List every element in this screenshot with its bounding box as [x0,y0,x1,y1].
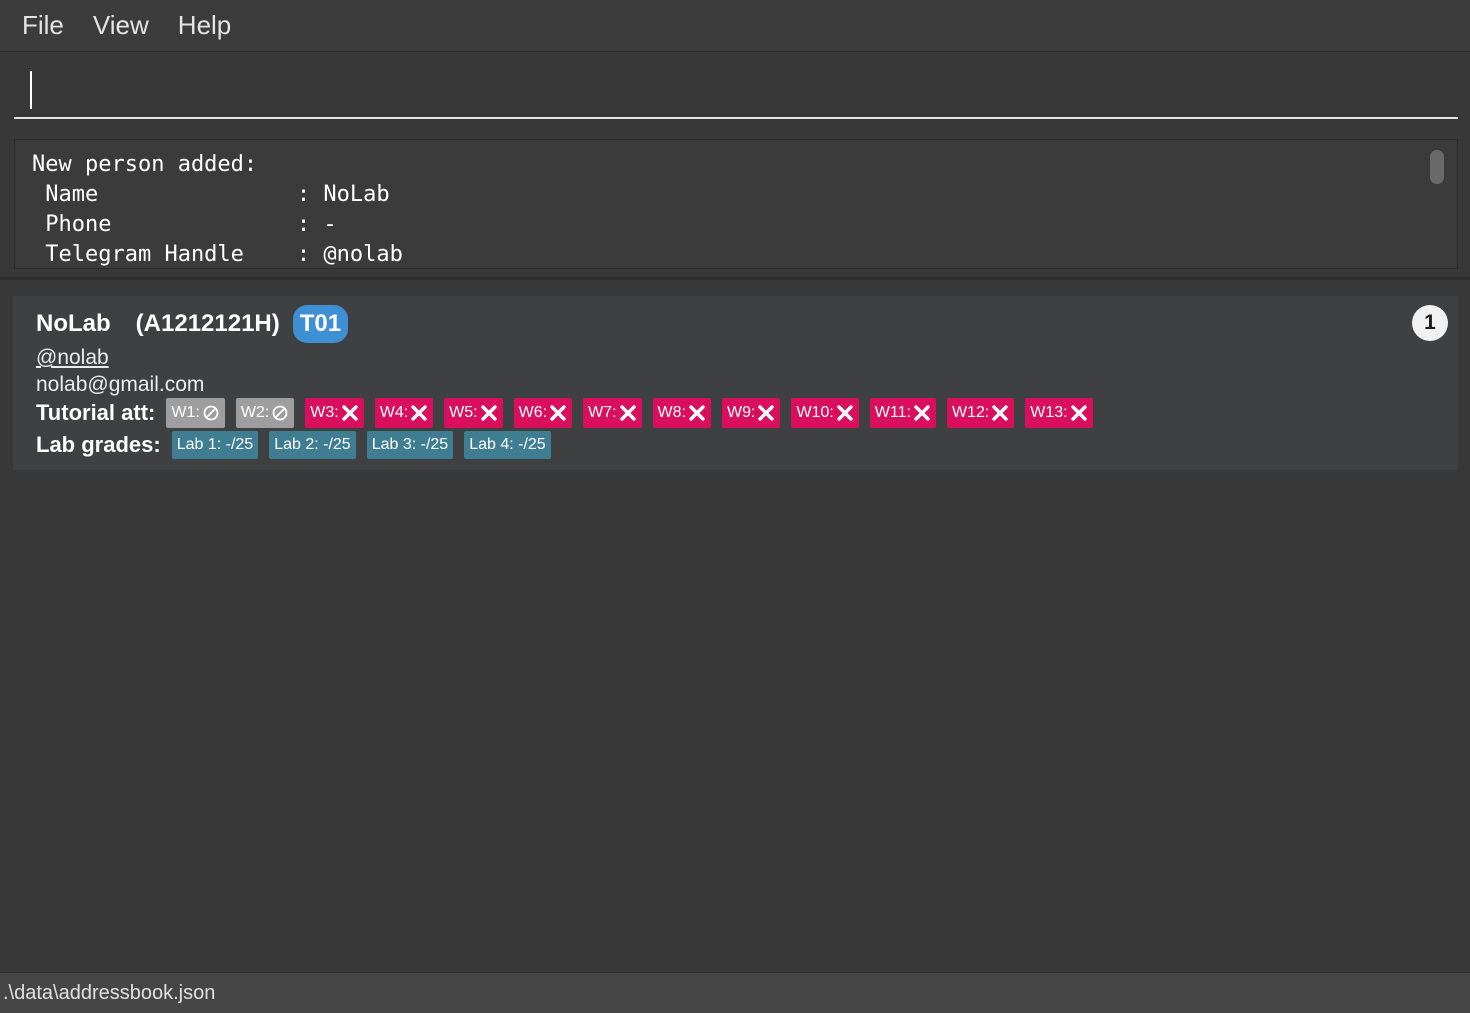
no-entry-icon [202,404,220,422]
student-id: (A1212121H) [135,310,280,337]
attendance-tag: W13: [1025,398,1093,428]
attendance-tag: W12: [946,398,1015,428]
person-index-badge: 1 [1412,305,1448,341]
attendance-week-label: W6: [518,404,548,421]
cross-icon [480,404,498,422]
attendance-tag: W10: [791,398,859,428]
attendance-tag: W5: [444,398,503,428]
attendance-tag: W4: [374,398,434,428]
attendance-tag: W8: [652,398,711,428]
result-text: New person added: Name : NoLab Phone : -… [32,150,403,268]
result-scrollbar[interactable] [1430,150,1444,184]
result-line: Name : NoLab [32,182,390,207]
cross-icon [913,404,931,422]
attendance-week-label: W5: [449,404,478,421]
lab-grade-tag: Lab 4: -/25 [464,431,551,459]
cross-icon [341,404,359,422]
attendance-week-label: W4: [379,404,409,421]
attendance-week-label: W11: [874,404,911,421]
menu-help[interactable]: Help [178,10,231,41]
status-bar: .\data\addressbook.json [0,972,1470,1013]
no-entry-icon [271,404,289,422]
attendance-week-label: W2: [240,404,270,421]
attendance-week-label: W13: [1030,404,1068,421]
cross-icon [619,404,637,422]
lab-grade-tag: Lab 1: -/25 [171,431,259,459]
tutorial-group-badge: T01 [292,305,349,343]
command-box [0,53,1470,130]
cross-icon [688,404,706,422]
lab-grades-row: Lab grades: Lab 1: -/25 Lab 2: -/25 Lab 3:… [36,431,562,459]
attendance-tag: W3: [305,398,364,428]
cross-icon [836,404,854,422]
person-name: NoLab [36,310,111,337]
attendance-week-label: W3: [310,404,339,421]
data-file-path: .\data\addressbook.json [3,981,216,1004]
attendance-week-label: W10: [796,404,834,421]
cross-icon [410,404,428,422]
attendance-week-label: W7: [588,404,617,421]
result-line: Telegram Handle : @nolab [32,242,403,267]
attendance-week-label: W8: [657,404,686,421]
text-caret [30,71,32,109]
cross-icon [757,404,775,422]
result-display: New person added: Name : NoLab Phone : -… [0,130,1470,280]
cross-icon [991,404,1009,422]
attendance-week-label: W12: [951,404,990,421]
attendance-week-label: W9: [726,404,756,421]
result-text-area[interactable]: New person added: Name : NoLab Phone : -… [14,139,1458,269]
attendance-tag: W9: [721,398,781,428]
menu-view[interactable]: View [93,10,149,41]
attendance-tag: W7: [583,398,642,428]
tutorial-attendance-row: Tutorial att: W1: W2: W3: W4: W5: W6: W7: W8: W9… [36,398,1104,428]
result-line: New person added: [32,152,258,177]
address-book-window: File View Help New person added: Name : … [0,0,1470,1013]
attendance-week-label: W1: [171,404,200,421]
cross-icon [549,404,567,422]
attendance-tag: W6: [513,398,573,428]
person-list: NoLab (A1212121H) T01 1 @nolab nolab@gma… [0,283,1470,971]
result-line: Phone : - [32,212,337,237]
attendance-tag: W11: [869,398,936,428]
attendance-tag: W2: [235,398,295,428]
telegram-handle-link[interactable]: @nolab [36,346,109,370]
email-text: nolab@gmail.com [36,373,205,396]
lab-grade-tag: Lab 2: -/25 [269,431,356,459]
menu-file[interactable]: File [22,10,64,41]
person-header: NoLab (A1212121H) T01 [36,304,349,344]
person-card[interactable]: NoLab (A1212121H) T01 1 @nolab nolab@gma… [13,296,1458,470]
attendance-tag: W1: [166,398,225,428]
cross-icon [1070,404,1088,422]
command-input[interactable] [14,67,1458,119]
lab-grade-tag: Lab 3: -/25 [366,431,454,459]
lab-grades-label: Lab grades: [36,432,161,457]
menu-bar: File View Help [0,0,1470,52]
tutorial-attendance-label: Tutorial att: [36,400,156,425]
